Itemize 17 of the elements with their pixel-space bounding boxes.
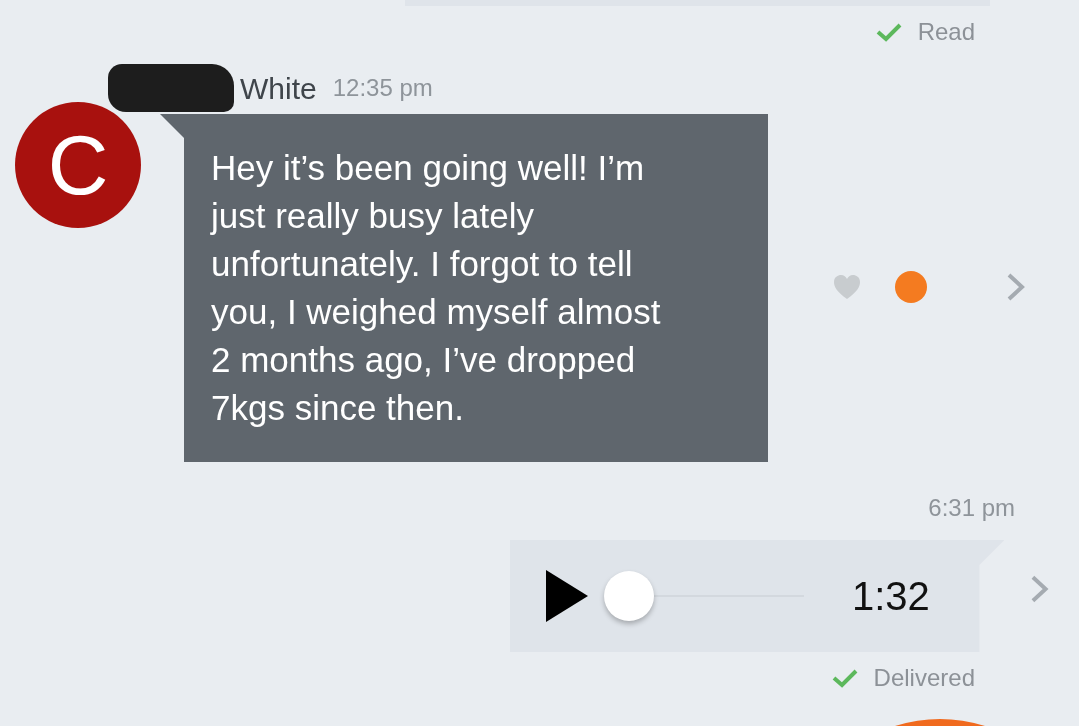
heart-icon[interactable]: [833, 274, 861, 300]
play-icon[interactable]: [544, 568, 590, 624]
delivered-status: Delivered: [873, 663, 975, 693]
audio-duration: 1:32: [852, 573, 930, 620]
chevron-right-icon[interactable]: [1029, 573, 1051, 605]
chevron-right-icon[interactable]: [1005, 271, 1027, 303]
avatar[interactable]: [895, 718, 985, 726]
unread-dot: [895, 271, 927, 303]
seek-thumb[interactable]: [604, 571, 654, 621]
check-icon: [831, 668, 858, 688]
check-icon: [875, 22, 902, 42]
avatar[interactable]: C: [15, 102, 141, 228]
message-time: 12:35 pm: [332, 73, 433, 103]
sender-name: White: [240, 70, 317, 107]
message-time: 6:31 pm: [928, 493, 1015, 523]
message-bubble: Hey it’s been going well! I’m just really busy lately unfortunately. I forgot to tell you, I weighed myself almost 2 months ago, I’ve dropped 7kgs since then.: [160, 114, 768, 462]
read-status: Read: [917, 17, 975, 47]
